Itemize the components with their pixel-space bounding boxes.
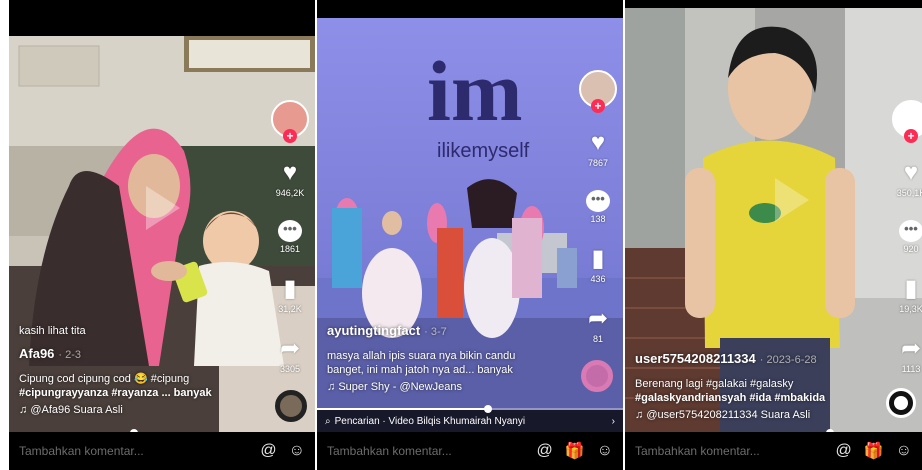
caption-line-2[interactable]: #cipungrayyanza #rayanza ... banyak [19,386,269,400]
creator-avatar[interactable]: + [579,70,617,113]
at-icon[interactable]: @ [260,442,276,460]
video-panel-1[interactable]: + ♥ 946,2K ••• 1861 ▮ 31,2K ➦ 3305 kasih… [9,0,315,470]
music-icon: ♫ [635,409,644,421]
play-icon[interactable] [775,178,809,222]
share-count: 1113 [901,364,921,374]
save-count: 19,3K [899,304,922,314]
sound-label[interactable]: ♫ @user5754208211334 Suara Asli [635,408,885,422]
video-overlay-text: kasih lihat tita [19,325,86,337]
banner-logo: im [427,43,523,139]
emoji-icon[interactable]: ☺ [289,442,305,460]
share-count: 81 [592,334,603,344]
sound-name[interactable]: Super Shy - @NewJeans [338,381,462,393]
video-panel-2[interactable]: im ilikemyself + ♥ 7867 ••• 138 ▮ 436 ➦ … [317,0,623,470]
bookmark-icon[interactable]: ▮ [591,246,604,272]
post-date: · 3-7 [424,326,447,338]
at-icon[interactable]: @ [835,442,851,460]
video-panel-3[interactable]: + ♥ 350,1K ••• 920 ▮ 19,3K ➦ 1113 user57… [625,0,922,470]
caption-line-1: Berenang lagi #galakai #galasky [635,378,794,390]
share-icon[interactable]: ➦ [588,306,608,332]
caption-block: ayutingtingfact · 3-7 masya allah ipis su… [327,324,567,394]
sound-disc-icon[interactable] [581,360,613,392]
heart-icon[interactable]: ♥ [904,160,918,186]
top-bar [9,0,315,36]
comment-count: 1861 [279,244,301,254]
search-icon: ⌕ [325,415,331,427]
caption-line-2[interactable]: banget, ini mah jatoh nya ad... banyak [327,363,567,377]
username-text[interactable]: ayutingtingfact [327,323,420,338]
comment-count: 920 [903,244,919,254]
caption-line-1: masya allah ipis suara nya bikin candu [327,350,516,362]
comment-bar: Tambahkan komentar... @ ☺ [9,432,315,470]
heart-icon[interactable]: ♥ [283,160,297,186]
comment-bar: Tambahkan komentar... @ 🎁 ☺ [317,432,623,470]
creator-avatar[interactable]: + [892,100,922,143]
username-text[interactable]: Afa96 [19,346,54,361]
sound-label[interactable]: ♫ @Afa96 Suara Asli [19,403,269,417]
emoji-icon[interactable]: ☺ [896,442,912,460]
caption-block: user5754208211334 · 2023-6-28 Berenang la… [635,352,885,422]
comment-icon[interactable]: ••• [899,220,922,242]
action-sidebar: + ♥ 7867 ••• 138 ▮ 436 ➦ 81 [577,70,619,344]
gift-icon[interactable]: 🎁 [864,441,884,461]
follow-plus-icon[interactable]: + [591,99,605,113]
comment-input[interactable]: Tambahkan komentar... [635,444,823,458]
play-icon[interactable] [146,186,180,230]
banner-tagline: ilikemyself [437,140,530,162]
emoji-icon[interactable]: ☺ [597,442,613,460]
record-button-icon[interactable] [886,388,916,418]
music-icon: ♫ [19,404,28,416]
like-count: 7867 [587,158,609,168]
comment-bar: Tambahkan komentar... @ 🎁 ☺ [625,432,922,470]
username-text[interactable]: user5754208211334 [635,351,756,366]
comment-icon[interactable]: ••• [278,220,302,242]
search-suggestion-bar[interactable]: ⌕ Pencarian · Video Bilqis Khumairah Nya… [317,410,623,432]
comment-icon[interactable]: ••• [586,190,610,212]
save-count: 31,2K [278,304,302,314]
bookmark-icon[interactable]: ▮ [283,276,296,302]
caption-block: Afa96 · 2-3 Cipung cod cipung cod 😂 #cipu… [19,347,269,417]
share-icon[interactable]: ➦ [280,336,300,362]
username[interactable]: Afa96 · 2-3 [19,347,269,362]
bookmark-icon[interactable]: ▮ [904,276,917,302]
action-sidebar: + ♥ 946,2K ••• 1861 ▮ 31,2K ➦ 3305 [269,100,311,374]
sound-disc-icon[interactable] [275,390,307,422]
at-icon[interactable]: @ [536,442,552,460]
username[interactable]: user5754208211334 · 2023-6-28 [635,352,885,367]
post-date: · 2-3 [58,349,82,361]
creator-avatar[interactable]: + [271,100,309,143]
music-icon: ♫ [327,381,336,393]
follow-plus-icon[interactable]: + [283,129,297,143]
sound-name[interactable]: @Afa96 Suara Asli [30,404,123,416]
save-count: 436 [590,274,606,284]
share-count: 3305 [279,364,301,374]
caption-line-2[interactable]: #galaskyandriansyah #ida #mbakida [635,391,885,405]
share-icon[interactable]: ➦ [901,336,921,362]
follow-plus-icon[interactable]: + [904,129,918,143]
comment-count: 138 [590,214,606,224]
post-date: · 2023-6-28 [759,354,817,366]
like-count: 350,1K [896,188,922,198]
video-progress-bar[interactable] [317,405,623,413]
search-suggestion-text[interactable]: Pencarian · Video Bilqis Khumairah Nyany… [335,416,612,427]
caption-line-1: Cipung cod cipung cod 😂 #cipung [19,373,190,385]
chevron-right-icon[interactable]: › [612,416,615,427]
gift-icon[interactable]: 🎁 [565,441,585,461]
sound-name[interactable]: @user5754208211334 Suara Asli [646,409,810,421]
comment-input[interactable]: Tambahkan komentar... [327,444,524,458]
action-sidebar: + ♥ 350,1K ••• 920 ▮ 19,3K ➦ 1113 [890,100,922,374]
like-count: 946,2K [275,188,305,198]
heart-icon[interactable]: ♥ [591,130,605,156]
progress-fill [317,408,489,410]
top-bar [625,0,922,8]
username[interactable]: ayutingtingfact · 3-7 [327,324,567,339]
comment-input[interactable]: Tambahkan komentar... [19,444,248,458]
sound-label[interactable]: ♫ Super Shy - @NewJeans [327,380,567,394]
top-bar [317,0,623,18]
